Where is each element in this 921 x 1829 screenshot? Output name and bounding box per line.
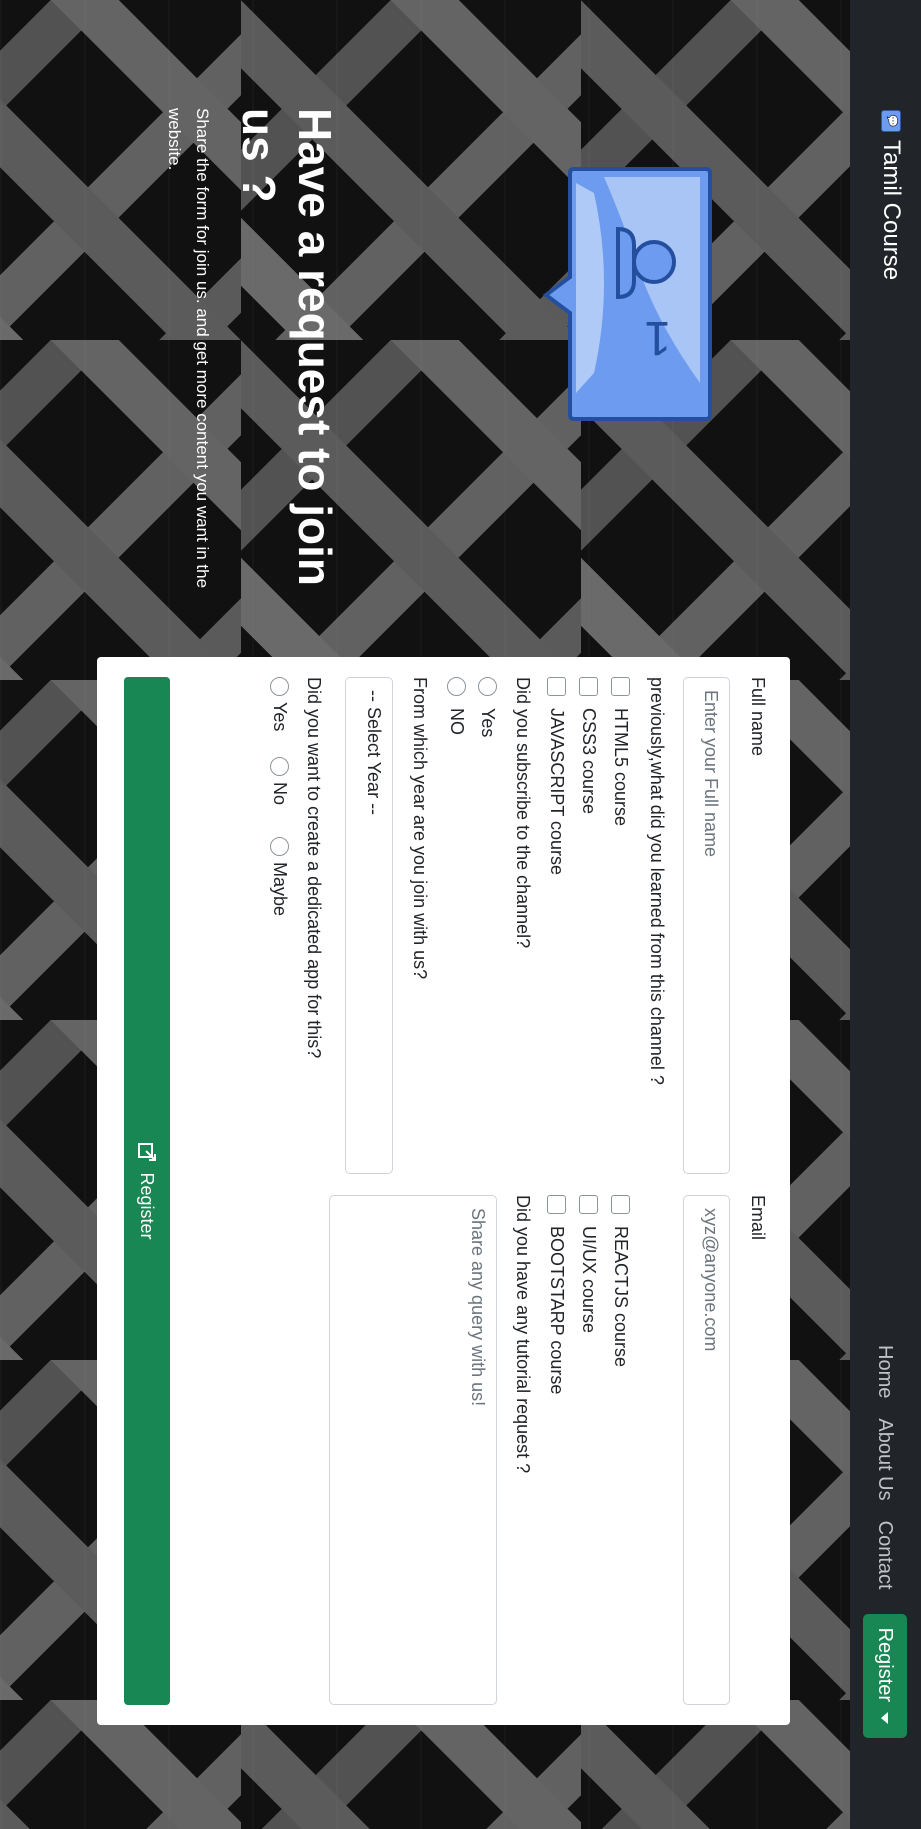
hero-icon-badge: 1 [644, 311, 671, 364]
radio-subscribe-yes[interactable]: Yes [477, 677, 498, 737]
checkbox-box[interactable] [547, 1195, 566, 1214]
checkbox-box[interactable] [579, 677, 598, 696]
checkbox-box[interactable] [579, 1195, 598, 1214]
brand[interactable]: 💬 Tamil Course [877, 110, 905, 280]
nav-link-contact[interactable]: Contact [865, 1521, 905, 1590]
radio-circle[interactable] [270, 757, 289, 776]
checkbox-box[interactable] [611, 1195, 630, 1214]
radio-label: Yes [270, 702, 290, 732]
full-name-label: Full name [748, 677, 768, 757]
full-name-input[interactable]: Enter your Full name [683, 677, 730, 1174]
checkbox-label: BOOTSTARP course [547, 1226, 567, 1395]
register-submit-button[interactable]: Register [124, 677, 170, 1705]
hero-title: Have a request to join us ? [233, 108, 341, 587]
email-placeholder: xyz@anyone.com [701, 1208, 721, 1352]
page: 💬 Tamil Course Home About Us Contact Reg… [0, 0, 921, 1829]
chat-user-badge-icon: 1 [542, 167, 712, 421]
subscribe-question: Did you subscribe to the channel? [513, 677, 533, 949]
checkbox-box[interactable] [547, 677, 566, 696]
checkbox-label: JAVASCRIPT course [547, 708, 567, 876]
radio-circle[interactable] [478, 677, 497, 696]
tutorial-question: Did you have any tutorial request ? [513, 1195, 533, 1474]
checkbox-html5[interactable]: HTML5 course [610, 677, 631, 826]
checkbox-label: CSS3 course [579, 708, 599, 815]
checkbox-label: HTML5 course [611, 708, 631, 827]
nav-link-about-us[interactable]: About Us [865, 1418, 905, 1500]
radio-label: No [270, 782, 290, 806]
checkbox-reactjs[interactable]: REACTJS course [610, 1195, 631, 1367]
checkbox-javascript[interactable]: JAVASCRIPT course [546, 677, 567, 875]
year-question: From which year are you join with us? [410, 677, 430, 980]
radio-app-maybe[interactable]: Maybe [269, 837, 290, 916]
register-label: Register [874, 1627, 897, 1703]
radio-circle[interactable] [447, 677, 466, 696]
checkbox-label: UI/UX course [579, 1226, 599, 1334]
full-name-placeholder: Enter your Full name [701, 690, 721, 858]
register-dropdown-button[interactable]: Register [863, 1613, 907, 1739]
tutorial-placeholder: Share any query with us! [468, 1208, 488, 1407]
radio-circle[interactable] [270, 837, 289, 856]
checkbox-label: REACTJS course [611, 1226, 631, 1368]
radio-label: Maybe [270, 862, 290, 917]
email-label: Email [748, 1195, 768, 1241]
radio-app-no[interactable]: No [269, 757, 290, 805]
external-link-icon [138, 1143, 156, 1162]
courses-question: previously,what did you learned from thi… [647, 677, 667, 1085]
tutorial-textarea[interactable]: Share any query with us! [329, 1195, 497, 1705]
nav-links: Home About Us Contact Register [863, 1345, 907, 1739]
hero-text: Share the form for join us. and get more… [165, 108, 212, 589]
radio-subscribe-no[interactable]: NO [446, 677, 467, 735]
radio-label: Yes [478, 708, 498, 738]
email-input[interactable]: xyz@anyone.com [683, 1195, 730, 1705]
register-submit-label: Register [137, 1172, 158, 1240]
app-question: Did you want to create a dedicated app f… [304, 677, 324, 1059]
radio-label: NO [447, 708, 467, 735]
nav-link-home[interactable]: Home [865, 1345, 905, 1398]
join-form: Full name Enter your Full name Email xyz… [97, 657, 790, 1725]
checkbox-css3[interactable]: CSS3 course [578, 677, 599, 814]
year-select[interactable]: -- Select Year -- [345, 677, 393, 1174]
radio-circle[interactable] [270, 677, 289, 696]
brand-name: Tamil Course [878, 140, 905, 281]
checkbox-bootstarp[interactable]: BOOTSTARP course [546, 1195, 567, 1394]
caret-down-icon [881, 1712, 889, 1725]
checkbox-box[interactable] [611, 677, 630, 696]
navbar: 💬 Tamil Course Home About Us Contact Reg… [850, 0, 921, 1829]
brand-logo-icon: 💬 [881, 110, 901, 132]
checkbox-uiux[interactable]: UI/UX course [578, 1195, 599, 1333]
year-selected: -- Select Year -- [364, 690, 384, 816]
radio-app-yes[interactable]: Yes [269, 677, 290, 731]
